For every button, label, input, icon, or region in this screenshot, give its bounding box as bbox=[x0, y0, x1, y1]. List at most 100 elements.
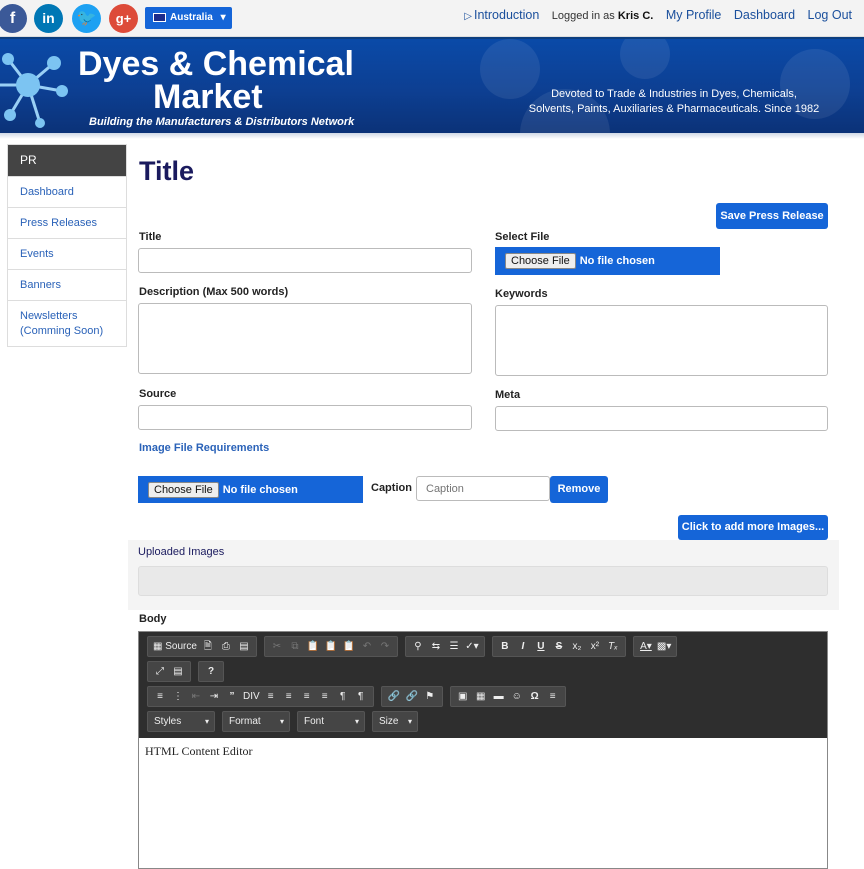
size-dropdown[interactable]: Size ▾ bbox=[372, 711, 418, 732]
replace-icon[interactable]: ⇆ bbox=[427, 637, 445, 657]
format-dropdown[interactable]: Format ▾ bbox=[222, 711, 290, 732]
numbered-list-icon[interactable]: ≡ bbox=[151, 687, 169, 707]
sidebar-item-newsletters[interactable]: Newsletters (Comming Soon) bbox=[8, 300, 126, 346]
remove-button[interactable]: Remove bbox=[550, 476, 608, 503]
sidebar-item-banners[interactable]: Banners bbox=[8, 269, 126, 300]
save-press-release-button[interactable]: Save Press Release bbox=[716, 203, 828, 229]
uploaded-images-panel: Uploaded Images bbox=[128, 540, 839, 610]
top-nav: ▷ Introduction Logged in as Kris C. My Pr… bbox=[455, 8, 852, 22]
toolbar-group-document: ▦ Source 🗎 ⎙ ▤ bbox=[147, 636, 257, 657]
paste-text-icon[interactable]: 📋 bbox=[322, 637, 340, 657]
undo-icon[interactable]: ↶ bbox=[358, 637, 376, 657]
description-textarea[interactable] bbox=[138, 303, 472, 374]
anchor-icon[interactable]: ⚑ bbox=[421, 687, 439, 707]
align-left-icon[interactable]: ≡ bbox=[262, 687, 280, 707]
twitter-icon[interactable]: 🐦 bbox=[72, 4, 101, 33]
add-more-images-button[interactable]: Click to add more Images... bbox=[678, 515, 828, 540]
link-icon[interactable]: 🔗 bbox=[385, 687, 403, 707]
chevron-down-icon: ▾ bbox=[220, 12, 226, 23]
bulleted-list-icon[interactable]: ⋮ bbox=[169, 687, 187, 707]
select-file-input[interactable]: Choose File No file chosen bbox=[495, 247, 720, 275]
site-banner: Dyes & Chemical Market Building the Manu… bbox=[0, 37, 864, 133]
uploaded-images-box bbox=[138, 566, 828, 596]
styles-dropdown[interactable]: Styles ▾ bbox=[147, 711, 215, 732]
banner-shadow bbox=[0, 133, 864, 139]
background-color-icon[interactable]: ▩▾ bbox=[655, 637, 673, 657]
country-selector[interactable]: Australia ▾ bbox=[145, 7, 232, 29]
image-file-input[interactable]: Choose File No file chosen bbox=[138, 476, 363, 503]
ltr-icon[interactable]: ¶ bbox=[334, 687, 352, 707]
subscript-icon[interactable]: x₂ bbox=[568, 637, 586, 657]
font-dropdown[interactable]: Font ▾ bbox=[297, 711, 365, 732]
div-icon[interactable]: DIV bbox=[241, 687, 262, 707]
text-color-icon[interactable]: A▾ bbox=[637, 637, 655, 657]
intro-link[interactable]: ▷ Introduction bbox=[464, 8, 539, 22]
source-button[interactable]: ▦ Source bbox=[151, 637, 199, 657]
bold-icon[interactable]: B bbox=[496, 637, 514, 657]
copy-icon[interactable]: ⧉ bbox=[286, 637, 304, 657]
page-break-icon[interactable]: ≡ bbox=[544, 687, 562, 707]
linkedin-icon[interactable]: in bbox=[34, 4, 63, 33]
remove-format-icon[interactable]: Tₓ bbox=[604, 637, 622, 657]
sidebar-item-events[interactable]: Events bbox=[8, 238, 126, 269]
site-title-line2[interactable]: Market bbox=[153, 78, 263, 117]
site-tagline: Building the Manufacturers & Distributor… bbox=[89, 116, 355, 128]
keywords-textarea[interactable] bbox=[495, 305, 828, 376]
image-requirements-link[interactable]: Image File Requirements bbox=[139, 442, 269, 454]
table-icon[interactable]: ▦ bbox=[472, 687, 490, 707]
choose-file-button[interactable]: Choose File bbox=[505, 253, 576, 269]
body-label: Body bbox=[139, 613, 167, 625]
html-editor: ▦ Source 🗎 ⎙ ▤ ✂ ⧉ 📋 📋 📋 ↶ ↷ ⚲ ⇆ ☰ ✓▾ B I U Sx₂ x² Tₓ A▾ ▩▾ ⤢ ▤… bbox=[138, 631, 828, 869]
new-page-icon[interactable]: 🗎 bbox=[199, 637, 217, 657]
source-input[interactable] bbox=[138, 405, 472, 430]
show-blocks-icon[interactable]: ▤ bbox=[169, 662, 187, 682]
select-all-icon[interactable]: ☰ bbox=[445, 637, 463, 657]
redo-icon[interactable]: ↷ bbox=[376, 637, 394, 657]
special-char-icon[interactable]: Ω bbox=[526, 687, 544, 707]
print-icon[interactable]: ⎙ bbox=[217, 637, 235, 657]
sidebar: PR Dashboard Press Releases Events Banne… bbox=[7, 144, 127, 347]
rtl-icon[interactable]: ¶ bbox=[352, 687, 370, 707]
caption-input[interactable] bbox=[416, 476, 550, 501]
unlink-icon[interactable]: 🔗 bbox=[403, 687, 421, 707]
chevron-down-icon: ▾ bbox=[204, 717, 209, 726]
googleplus-icon[interactable]: g+ bbox=[109, 4, 138, 33]
find-icon[interactable]: ⚲ bbox=[409, 637, 427, 657]
align-right-icon[interactable]: ≡ bbox=[298, 687, 316, 707]
chevron-down-icon: ▾ bbox=[279, 717, 284, 726]
superscript-icon[interactable]: x² bbox=[586, 637, 604, 657]
title-label: Title bbox=[139, 231, 162, 243]
sidebar-item-press-releases[interactable]: Press Releases bbox=[8, 207, 126, 238]
strike-icon[interactable]: S bbox=[550, 637, 568, 657]
align-center-icon[interactable]: ≡ bbox=[280, 687, 298, 707]
outdent-icon[interactable]: ⇤ bbox=[187, 687, 205, 707]
smiley-icon[interactable]: ☺ bbox=[508, 687, 526, 707]
paste-word-icon[interactable]: 📋 bbox=[340, 637, 358, 657]
help-icon[interactable]: ? bbox=[202, 662, 220, 682]
toolbar-group-about: ? bbox=[198, 661, 224, 682]
blockquote-icon[interactable]: ” bbox=[223, 687, 241, 707]
file-status: No file chosen bbox=[222, 484, 298, 496]
meta-input[interactable] bbox=[495, 406, 828, 431]
spellcheck-icon[interactable]: ✓▾ bbox=[463, 637, 481, 657]
page-title: Title bbox=[139, 156, 195, 186]
editor-content[interactable]: HTML Content Editor bbox=[139, 738, 827, 867]
logout-link[interactable]: Log Out bbox=[808, 8, 852, 22]
choose-file-button[interactable]: Choose File bbox=[148, 482, 219, 498]
sidebar-item-dashboard[interactable]: Dashboard bbox=[8, 176, 126, 207]
paste-icon[interactable]: 📋 bbox=[304, 637, 322, 657]
image-icon[interactable]: ▣ bbox=[454, 687, 472, 707]
title-input[interactable] bbox=[138, 248, 472, 273]
indent-icon[interactable]: ⇥ bbox=[205, 687, 223, 707]
my-profile-link[interactable]: My Profile bbox=[666, 8, 722, 22]
underline-icon[interactable]: U bbox=[532, 637, 550, 657]
keywords-label: Keywords bbox=[495, 288, 548, 300]
justify-icon[interactable]: ≡ bbox=[316, 687, 334, 707]
horizontal-line-icon[interactable]: ▬ bbox=[490, 687, 508, 707]
maximize-icon[interactable]: ⤢ bbox=[151, 662, 169, 682]
dashboard-link[interactable]: Dashboard bbox=[734, 8, 795, 22]
cut-icon[interactable]: ✂ bbox=[268, 637, 286, 657]
italic-icon[interactable]: I bbox=[514, 637, 532, 657]
templates-icon[interactable]: ▤ bbox=[235, 637, 253, 657]
facebook-icon[interactable]: f bbox=[0, 4, 27, 33]
